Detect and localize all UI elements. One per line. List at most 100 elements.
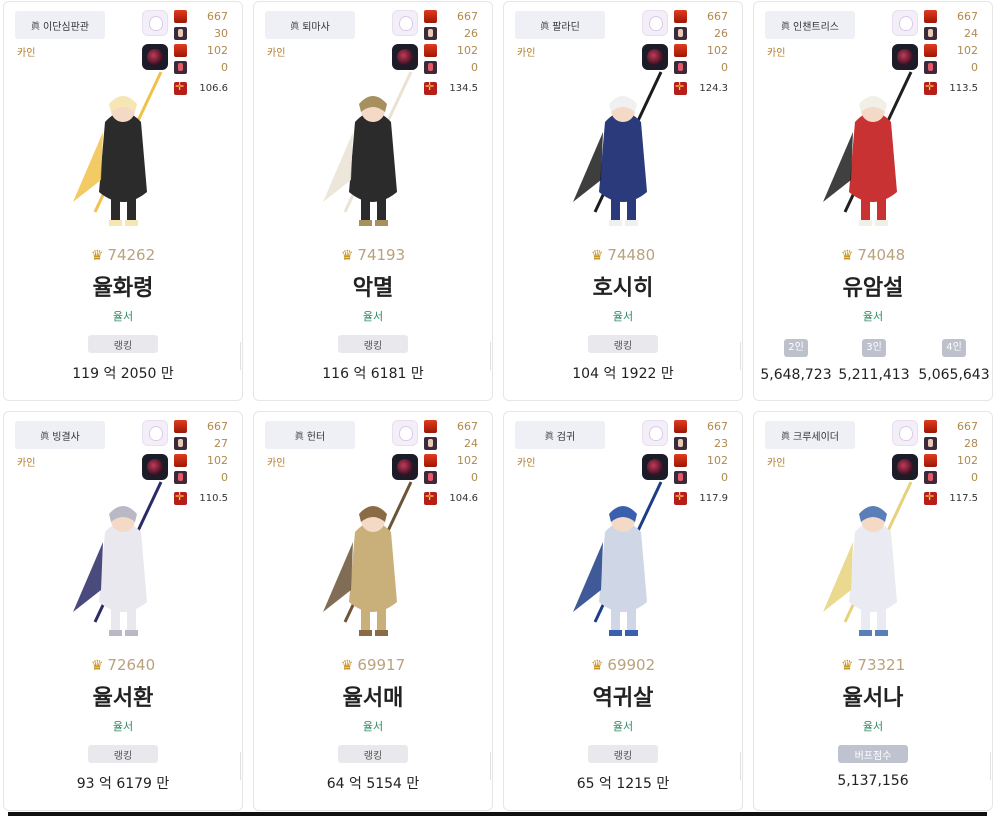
stat-value: 26 (464, 27, 478, 40)
avatar-icon (674, 27, 687, 40)
ranking-button[interactable]: 랭킹 (338, 335, 408, 353)
character-name[interactable]: 율서매 (254, 680, 492, 712)
avatar-icon (174, 27, 187, 40)
bottom-scroll-edge (8, 812, 987, 816)
stat-value: 667 (207, 10, 228, 23)
fame-score: ♛ 73321 (754, 656, 992, 674)
character-name[interactable]: 율서나 (754, 680, 992, 712)
equipment-icon (924, 454, 937, 467)
guild-name[interactable]: 율서 (754, 718, 992, 734)
character-sprite (573, 71, 663, 226)
party-score-value: 5,648,723 (760, 367, 832, 383)
character-sprite (823, 71, 913, 226)
job-icon: 眞 (540, 21, 550, 32)
damage-value: 64 억 5154 만 (326, 776, 420, 792)
character-name[interactable]: 율서환 (4, 680, 242, 712)
job-label: 퇴마사 (302, 21, 330, 33)
fame-medal-icon: ♛ (90, 658, 104, 674)
avatar-icon (924, 27, 937, 40)
fame-value: 72640 (107, 656, 156, 674)
character-name[interactable]: 유암설 (754, 270, 992, 302)
stat-value: 667 (707, 10, 728, 23)
party-size-chip[interactable]: 4인 (942, 339, 966, 357)
character-card[interactable]: 眞 이단심판관 카인 667 30 102 0 106.6 (3, 1, 243, 401)
job-icon: 眞 (40, 431, 50, 442)
character-card[interactable]: 眞 검귀 카인 667 23 102 0 117.9 (503, 411, 743, 811)
party-size-chip[interactable]: 2인 (784, 339, 808, 357)
stat-value: 26 (714, 27, 728, 40)
ranking-button[interactable]: 랭킹 (588, 745, 658, 763)
equipment-icon (424, 454, 437, 467)
job-label: 검귀 (556, 431, 576, 443)
job-icon: 眞 (294, 431, 304, 442)
card-divider (240, 342, 241, 370)
character-sprite (323, 71, 413, 226)
character-name[interactable]: 역귀살 (504, 680, 742, 712)
character-card[interactable]: 眞 빙결사 카인 667 27 102 0 110.5 (3, 411, 243, 811)
card-divider (740, 342, 741, 370)
buff-score-button[interactable]: 버프점수 (838, 745, 908, 763)
creature-portrait-icon (892, 420, 918, 446)
stat-value: 27 (214, 437, 228, 450)
ranking-button[interactable]: 랭킹 (88, 745, 158, 763)
guild-name[interactable]: 율서 (754, 308, 992, 324)
equipment-icon (924, 10, 937, 23)
stat-value: 30 (214, 27, 228, 40)
server-label: 카인 (17, 458, 36, 469)
fame-score: ♛ 74048 (754, 246, 992, 264)
party-size-chip[interactable]: 3인 (862, 339, 886, 357)
stat-value: 102 (707, 454, 728, 467)
ranking-button[interactable]: 랭킹 (338, 745, 408, 763)
creature-portrait-icon (142, 420, 168, 446)
fame-value: 69917 (357, 656, 406, 674)
avatar-icon (924, 437, 937, 450)
party-score-value: 5,211,413 (838, 367, 910, 383)
character-name[interactable]: 악멸 (254, 270, 492, 302)
fame-medal-icon: ♛ (590, 658, 604, 674)
job-icon: 眞 (780, 431, 790, 442)
guild-name[interactable]: 율서 (4, 718, 242, 734)
avatar-icon (424, 437, 437, 450)
job-icon: 眞 (544, 431, 554, 442)
ranking-button[interactable]: 랭킹 (588, 335, 658, 353)
party-score-value: 5,065,643 (918, 367, 990, 383)
party-score: 4인 5,065,643 (914, 335, 994, 383)
job-badge: 眞 검귀 (515, 421, 605, 449)
party-score-group: 2인 5,648,723 3인 5,211,413 4인 5,065,643 (754, 335, 992, 385)
job-badge: 眞 빙결사 (15, 421, 105, 449)
ranking-button[interactable]: 랭킹 (88, 335, 158, 353)
job-icon: 眞 (30, 21, 40, 32)
character-card[interactable]: 眞 퇴마사 카인 667 26 102 0 134.5 (253, 1, 493, 401)
stat-value: 102 (457, 44, 478, 57)
job-badge: 眞 팔라딘 (515, 11, 605, 39)
damage-value: 65 억 1215 만 (576, 776, 670, 792)
avatar-icon (174, 437, 187, 450)
character-name[interactable]: 호시히 (504, 270, 742, 302)
character-sprite (73, 71, 163, 226)
card-divider (740, 752, 741, 780)
fame-score: ♛ 74193 (254, 246, 492, 264)
stat-value: 102 (207, 44, 228, 57)
character-card[interactable]: 眞 크루세이더 카인 667 28 102 0 117.5 (753, 411, 993, 811)
character-card[interactable]: 眞 팔라딘 카인 667 26 102 0 124.3 (503, 1, 743, 401)
guild-name[interactable]: 율서 (504, 308, 742, 324)
guild-name[interactable]: 율서 (4, 308, 242, 324)
guild-name[interactable]: 율서 (254, 718, 492, 734)
character-card[interactable]: 眞 인챈트리스 카인 667 24 102 0 113.5 (753, 1, 993, 401)
server-label: 카인 (17, 48, 36, 59)
server-label: 카인 (767, 48, 786, 59)
server-label: 카인 (517, 48, 536, 59)
guild-name[interactable]: 율서 (254, 308, 492, 324)
character-sprite (323, 481, 413, 636)
damage-value: 116 억 6181 만 (322, 366, 424, 382)
equipment-icon (424, 44, 437, 57)
fame-medal-icon: ♛ (840, 248, 854, 264)
creature-portrait-icon (892, 10, 918, 36)
character-card[interactable]: 眞 헌터 카인 667 24 102 0 104.6 (253, 411, 493, 811)
guild-name[interactable]: 율서 (504, 718, 742, 734)
fame-medal-icon: ♛ (340, 248, 354, 264)
character-name[interactable]: 율화령 (4, 270, 242, 302)
job-label: 헌터 (306, 431, 326, 443)
equipment-icon (174, 10, 187, 23)
stat-value: 667 (957, 10, 978, 23)
